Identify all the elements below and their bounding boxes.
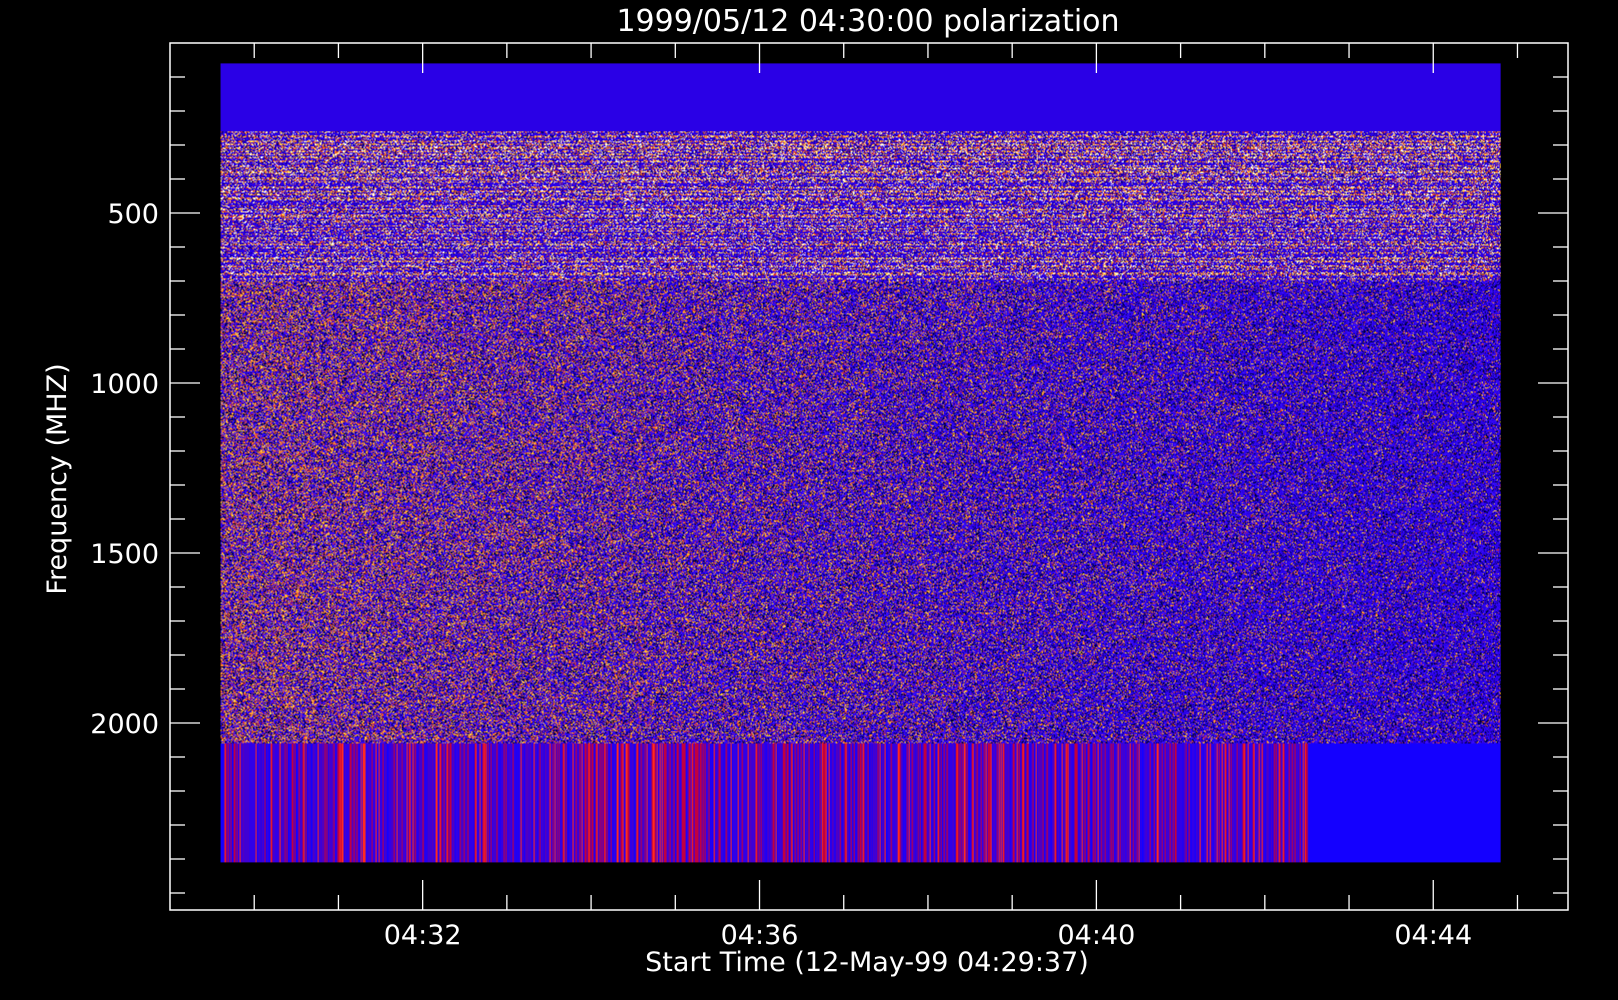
spectrogram-chart: 1999/05/12 04:30:00 polarization 500 1000…	[42, 4, 1569, 978]
heatmap-image	[220, 63, 1501, 863]
y-tick-label: 1500	[90, 539, 159, 570]
x-tick-label: 04:32	[384, 920, 462, 951]
y-tick-label: 2000	[90, 709, 159, 740]
y-tick-label: 500	[107, 199, 159, 230]
y-tick-labels: 500 1000 1500 2000	[90, 199, 159, 740]
y-tick-label: 1000	[90, 369, 159, 400]
chart-title: 1999/05/12 04:30:00 polarization	[616, 4, 1119, 39]
x-tick-label: 04:44	[1394, 920, 1472, 951]
x-axis-label: Start Time (12-May-99 04:29:37)	[645, 947, 1089, 978]
y-axis-label: Frequency (MHZ)	[42, 363, 73, 594]
